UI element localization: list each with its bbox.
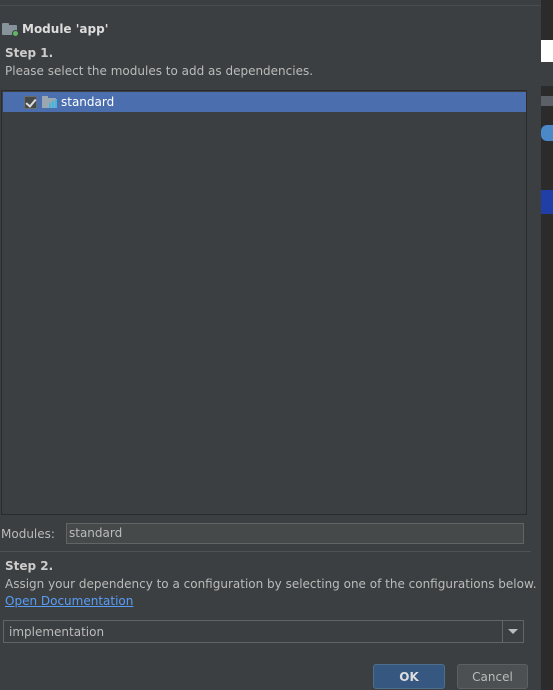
add-dependency-dialog: Module 'app' Step 1. Please select the m… bbox=[0, 0, 541, 690]
open-documentation-link[interactable]: Open Documentation bbox=[5, 594, 133, 608]
module-list[interactable]: standard bbox=[1, 90, 527, 515]
dropdown-arrow-button[interactable] bbox=[502, 621, 523, 642]
modules-label: Modules: bbox=[1, 527, 55, 541]
chevron-down-icon bbox=[508, 629, 518, 634]
module-folder-icon bbox=[2, 22, 19, 37]
background-window-edge bbox=[541, 0, 553, 690]
list-item[interactable]: standard bbox=[3, 92, 526, 112]
module-label: standard bbox=[61, 95, 115, 109]
divider bbox=[0, 551, 531, 552]
dialog-top-edge bbox=[0, 0, 541, 6]
dialog-header: Module 'app' bbox=[2, 20, 108, 38]
dialog-title: Module 'app' bbox=[22, 22, 109, 36]
configuration-value: implementation bbox=[9, 624, 105, 639]
ok-button[interactable]: OK bbox=[373, 664, 445, 689]
module-checkbox[interactable] bbox=[24, 95, 37, 109]
step1-description: Please select the modules to add as depe… bbox=[5, 64, 314, 78]
configuration-dropdown[interactable]: implementation bbox=[3, 620, 524, 643]
module-icon bbox=[42, 96, 58, 108]
step2-description: Assign your dependency to a configuratio… bbox=[5, 577, 537, 591]
modules-field[interactable]: standard bbox=[66, 523, 524, 544]
cancel-button[interactable]: Cancel bbox=[457, 664, 528, 689]
step2-title: Step 2. bbox=[5, 559, 54, 573]
step1-title: Step 1. bbox=[5, 46, 54, 60]
